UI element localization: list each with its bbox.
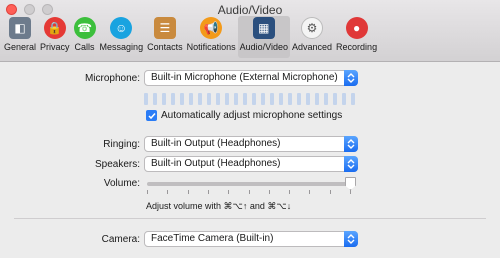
ringing-select[interactable]: Built-in Output (Headphones) <box>144 136 358 152</box>
volume-slider-thumb[interactable] <box>345 177 356 190</box>
meter-segment <box>144 93 148 105</box>
tab-label: Advanced <box>292 42 333 52</box>
window-title: Audio/Video <box>217 3 283 17</box>
tab-label: Calls <box>74 42 95 52</box>
tab-recording[interactable]: ● Recording <box>334 16 379 58</box>
meter-segment <box>261 93 265 105</box>
tab-notifications[interactable]: 📢 Notifications <box>185 16 238 58</box>
meter-segment <box>207 93 211 105</box>
chevron-updown-icon <box>344 70 358 86</box>
camera-select-value: FaceTime Camera (Built-in) <box>151 233 274 244</box>
record-icon: ● <box>345 17 368 39</box>
meter-segment <box>351 93 355 105</box>
tab-label: Privacy <box>40 42 70 52</box>
meter-segment <box>297 93 301 105</box>
meter-segment <box>333 93 337 105</box>
meter-segment <box>270 93 274 105</box>
address-book-icon: ☰ <box>153 17 176 39</box>
chat-bubble-icon: ☺ <box>110 17 133 39</box>
slider-tick <box>167 190 168 194</box>
tab-audio-video[interactable]: ▦ Audio/Video <box>237 16 291 58</box>
auto-adjust-label: Automatically adjust microphone settings <box>161 110 343 121</box>
tab-label: Notifications <box>186 42 236 52</box>
tab-label: Messaging <box>99 42 144 52</box>
meter-segment <box>171 93 175 105</box>
preferences-tabs: ◧ General 🔒 Privacy ☎ Calls ☺ Messaging ☰ Contact… <box>2 16 379 60</box>
speakers-select[interactable]: Built-in Output (Headphones) <box>144 156 358 172</box>
tab-label: Audio/Video <box>239 42 289 52</box>
speakers-label: Speakers: <box>94 159 140 170</box>
chevron-updown-icon <box>344 156 358 172</box>
auto-adjust-checkbox[interactable]: Automatically adjust microphone settings <box>146 110 342 121</box>
slider-tick <box>350 190 351 194</box>
meter-segment <box>189 93 193 105</box>
tab-contacts[interactable]: ☰ Contacts <box>145 16 185 58</box>
toolbar: Audio/Video ◧ General 🔒 Privacy ☎ Calls ☺ Messa… <box>0 0 500 62</box>
meter-segment <box>234 93 238 105</box>
slider-tick <box>249 190 250 194</box>
meter-segment <box>306 93 310 105</box>
meter-segment <box>288 93 292 105</box>
microphone-level-meter <box>144 93 360 105</box>
meter-segment <box>216 93 220 105</box>
ringing-select-value: Built-in Output (Headphones) <box>151 138 281 149</box>
slider-tick <box>208 190 209 194</box>
meter-segment <box>324 93 328 105</box>
meter-segment <box>198 93 202 105</box>
microphone-label: Microphone: <box>84 73 140 84</box>
meter-segment <box>252 93 256 105</box>
audio-video-icon: ▦ <box>252 17 275 39</box>
general-icon: ◧ <box>9 17 32 39</box>
meter-segment <box>279 93 283 105</box>
meter-segment <box>342 93 346 105</box>
phone-icon: ☎ <box>73 17 96 39</box>
tab-privacy[interactable]: 🔒 Privacy <box>38 16 72 58</box>
volume-slider-track[interactable] <box>147 182 354 186</box>
speakers-select-value: Built-in Output (Headphones) <box>151 158 281 169</box>
tab-messaging[interactable]: ☺ Messaging <box>98 16 146 58</box>
meter-segment <box>315 93 319 105</box>
volume-shortcut-hint: Adjust volume with ⌘⌥↑ and ⌘⌥↓ <box>146 201 292 211</box>
camera-select[interactable]: FaceTime Camera (Built-in) <box>144 231 358 247</box>
meter-segment <box>153 93 157 105</box>
slider-tick <box>309 190 310 194</box>
volume-label: Volume: <box>103 178 140 189</box>
slider-tick <box>330 190 331 194</box>
lock-icon: 🔒 <box>43 17 66 39</box>
gear-icon: ⚙ <box>301 17 324 39</box>
tab-general[interactable]: ◧ General <box>2 16 38 58</box>
tab-label: General <box>4 42 37 52</box>
chevron-updown-icon <box>344 231 358 247</box>
slider-tick <box>269 190 270 194</box>
chevron-updown-icon <box>344 136 358 152</box>
tab-label: Recording <box>336 42 378 52</box>
divider <box>14 218 486 219</box>
tab-label: Contacts <box>147 42 183 52</box>
ringing-label: Ringing: <box>103 139 140 150</box>
slider-tick <box>228 190 229 194</box>
checkmark-icon <box>146 110 157 121</box>
meter-segment <box>243 93 247 105</box>
slider-tick <box>188 190 189 194</box>
camera-label: Camera: <box>101 234 140 245</box>
meter-segment <box>225 93 229 105</box>
tab-calls[interactable]: ☎ Calls <box>72 16 98 58</box>
megaphone-icon: 📢 <box>200 17 223 39</box>
tab-advanced[interactable]: ⚙ Advanced <box>290 16 334 58</box>
slider-tick <box>147 190 148 194</box>
meter-segment <box>180 93 184 105</box>
microphone-select-value: Built-in Microphone (External Microphone… <box>151 72 338 83</box>
meter-segment <box>162 93 166 105</box>
microphone-select[interactable]: Built-in Microphone (External Microphone… <box>144 70 358 86</box>
slider-tick <box>289 190 290 194</box>
